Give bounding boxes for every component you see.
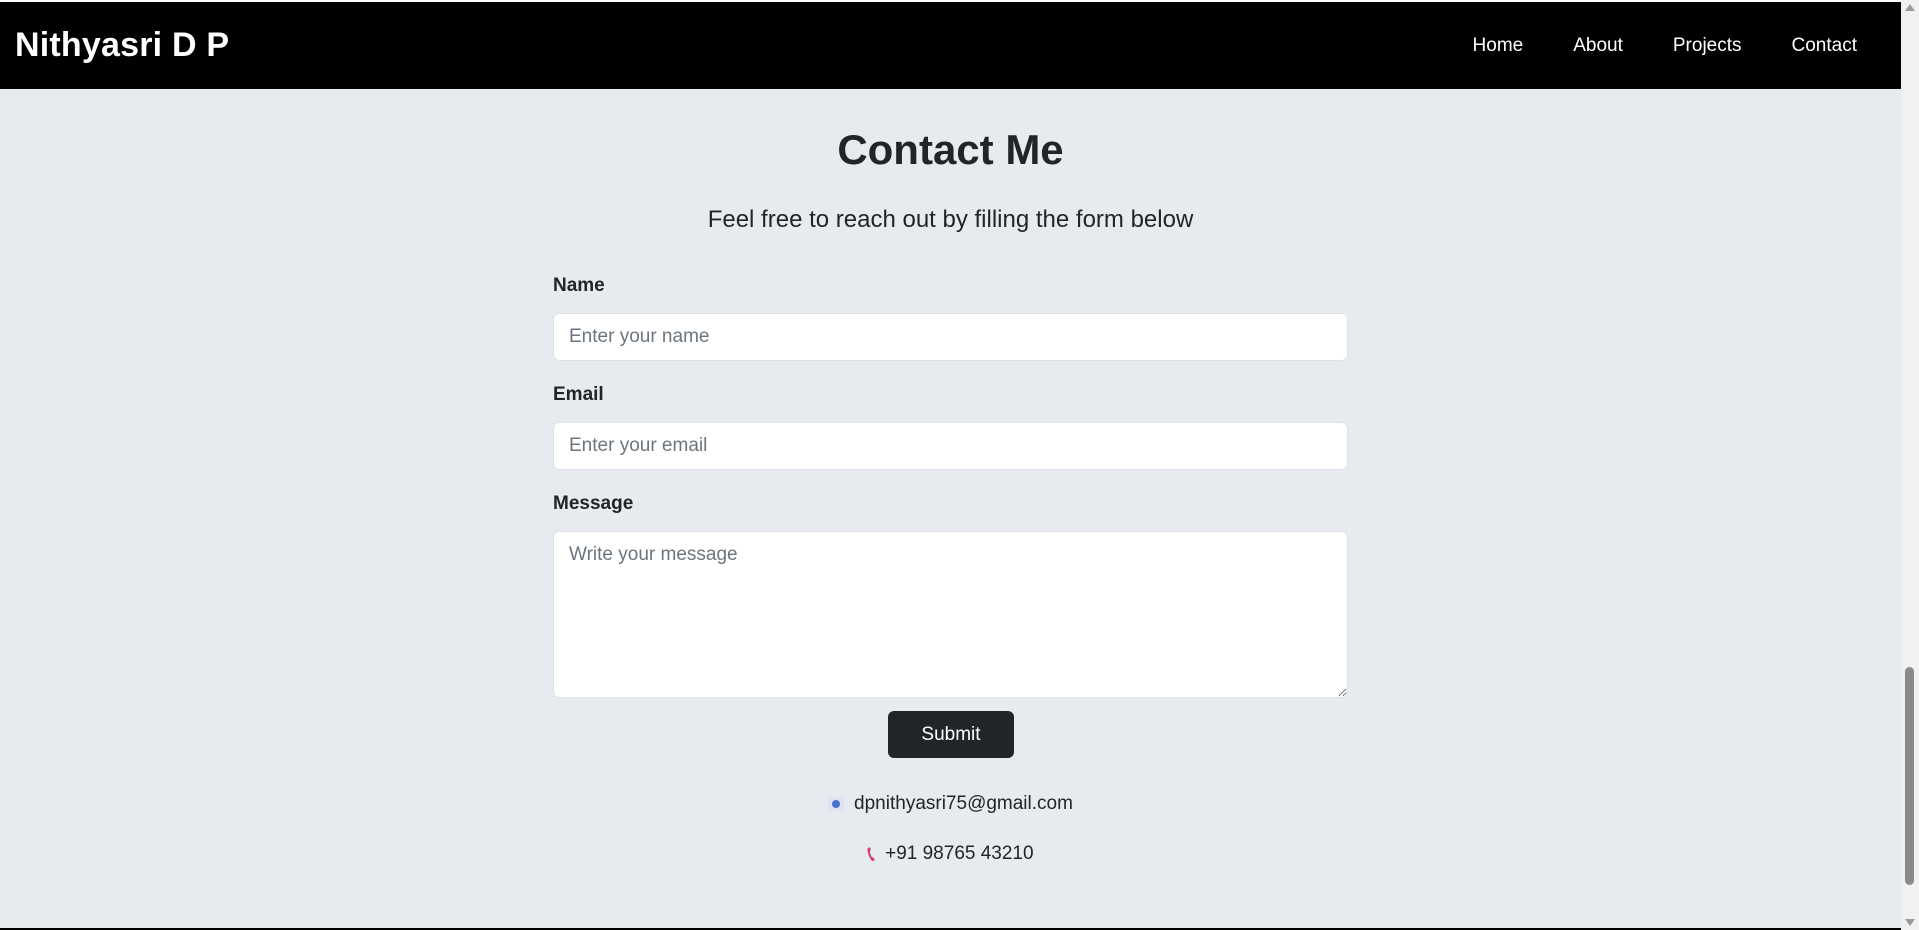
scroll-thumb[interactable] [1905, 667, 1914, 885]
nav-link-about[interactable]: About [1573, 35, 1623, 57]
vertical-scrollbar[interactable] [1901, 0, 1919, 930]
brand-name[interactable]: Nithyasri D P [15, 26, 229, 65]
message-label: Message [553, 493, 634, 514]
phone-icon: 📞︎ [867, 841, 876, 866]
name-input[interactable] [553, 313, 1348, 361]
nav-link-contact[interactable]: Contact [1792, 35, 1857, 57]
page-subtitle: Feel free to reach out by filling the fo… [707, 206, 1194, 233]
contact-form: Name Email Message [553, 275, 1348, 698]
email-text[interactable]: dpnithyasri75@gmail.com [854, 793, 1073, 815]
contact-phone: 📞︎ +91 98765 43210 [0, 843, 1901, 865]
nav-links: Home About Projects Contact [1423, 35, 1857, 57]
contact-section: Contact Me Feel free to reach out by fil… [0, 89, 1901, 930]
page: Nithyasri D P Home About Projects Contac… [0, 0, 1919, 930]
email-label: Email [553, 384, 604, 405]
page-title: Contact Me [837, 126, 1064, 173]
nav-link-projects[interactable]: Projects [1673, 35, 1742, 57]
contact-email: dpnithyasri75@gmail.com [0, 793, 1901, 815]
mail-icon [828, 797, 845, 811]
name-label: Name [553, 275, 605, 296]
submit-button[interactable]: Submit [888, 711, 1014, 758]
email-input[interactable] [553, 422, 1348, 470]
phone-text[interactable]: +91 98765 43210 [885, 843, 1033, 865]
scroll-up-arrow-icon[interactable] [1905, 4, 1915, 11]
message-textarea[interactable] [553, 531, 1348, 698]
scroll-down-arrow-icon[interactable] [1905, 919, 1915, 926]
nav-link-home[interactable]: Home [1473, 35, 1524, 57]
navbar: Nithyasri D P Home About Projects Contac… [0, 2, 1901, 89]
